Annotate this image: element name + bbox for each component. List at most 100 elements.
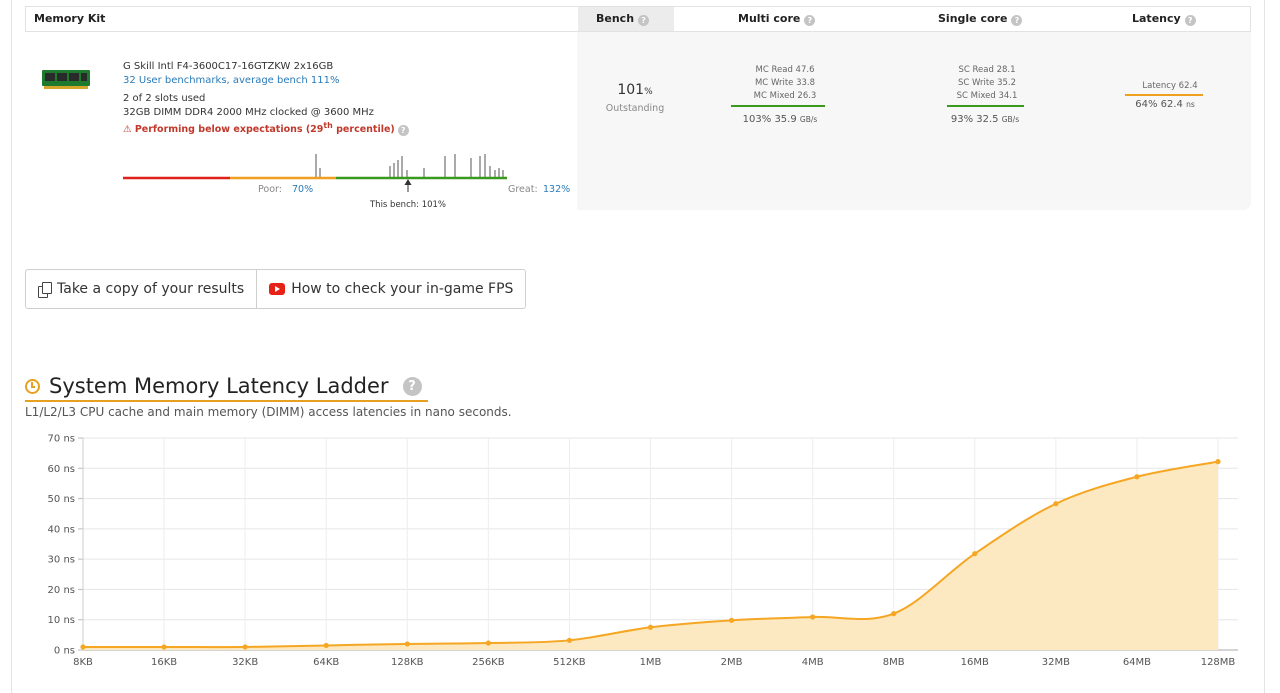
- memory-kit-table: Memory Kit Bench? Multi core? Single cor…: [25, 6, 1251, 210]
- help-icon[interactable]: ?: [397, 125, 409, 137]
- header-single-core[interactable]: Single core?: [938, 7, 1023, 31]
- kit-name: G Skill Intl F4-3600C17-16GTZKW 2x16GB: [123, 61, 334, 72]
- x-tick-label: 16KB: [151, 657, 177, 668]
- x-tick-label: 8KB: [73, 657, 93, 668]
- sc-write: SC Write 35.2: [957, 78, 1017, 88]
- bench-rating: Outstanding: [605, 103, 665, 114]
- header-multi-core[interactable]: Multi core?: [738, 7, 816, 31]
- copy-icon: [38, 281, 52, 298]
- y-tick-label: 50 ns: [48, 494, 75, 505]
- latency-data-point: [891, 611, 897, 617]
- page-frame-left: [11, 0, 12, 693]
- memory-kit-row: G Skill Intl F4-3600C17-16GTZKW 2x16GB 3…: [25, 32, 1251, 210]
- copy-results-label: Take a copy of your results: [57, 281, 245, 297]
- help-icon[interactable]: ?: [638, 15, 650, 26]
- section-heading: System Memory Latency Ladder ?: [25, 372, 428, 402]
- latency-data-point: [323, 642, 329, 649]
- action-buttons: Take a copy of your results How to check…: [25, 269, 527, 309]
- copy-results-button[interactable]: Take a copy of your results: [26, 270, 256, 308]
- header-bench-label: Bench: [596, 12, 635, 25]
- header-multi-core-label: Multi core: [738, 12, 801, 25]
- sc-read: SC Read 28.1: [958, 65, 1016, 75]
- latency-data-point: [972, 551, 978, 557]
- y-tick-label: 20 ns: [48, 585, 75, 596]
- x-tick-label: 64MB: [1123, 657, 1151, 668]
- latency-pct: 64% 62.4: [1135, 99, 1183, 110]
- dimm-spec: 32GB DIMM DDR4 2000 MHz clocked @ 3600 M…: [123, 107, 374, 118]
- help-icon[interactable]: ?: [402, 376, 422, 396]
- x-tick-label: 16MB: [961, 657, 989, 668]
- slots-used: 2 of 2 slots used: [123, 93, 206, 104]
- latency-data-point: [404, 641, 410, 647]
- latency-data-point: [1053, 501, 1059, 507]
- mc-mixed: MC Mixed 26.3: [753, 91, 817, 101]
- single-core-stats: SC Read 28.1 SC Write 35.2 SC Mixed 34.1: [937, 64, 1037, 103]
- latency-data-point: [1215, 459, 1221, 465]
- table-header: Memory Kit Bench? Multi core? Single cor…: [25, 6, 1251, 32]
- performance-warning: ⚠ Performing below expectations (29th pe…: [123, 121, 409, 137]
- latency-data-point: [485, 640, 491, 646]
- latency-data-point: [242, 644, 248, 650]
- y-tick-label: 40 ns: [48, 524, 75, 535]
- this-bench-label: This bench: 101%: [369, 200, 446, 210]
- header-latency[interactable]: Latency?: [1132, 7, 1196, 31]
- bench-score: 101%: [577, 82, 693, 98]
- single-core-pct: 93% 32.5: [950, 114, 999, 125]
- great-label: Great:: [508, 184, 538, 195]
- header-single-core-label: Single core: [938, 12, 1008, 25]
- single-core-bar: [947, 105, 1024, 107]
- x-tick-label: 256KB: [472, 657, 505, 668]
- in-game-fps-label: How to check your in-game FPS: [291, 281, 514, 297]
- poor-label: Poor:: [258, 184, 282, 195]
- help-icon[interactable]: ?: [1011, 15, 1023, 26]
- x-tick-label: 8MB: [883, 657, 905, 668]
- header-bench[interactable]: Bench?: [596, 7, 650, 31]
- x-tick-label: 4MB: [802, 657, 824, 668]
- x-tick-label: 64KB: [313, 657, 339, 668]
- warning-text-pre: ⚠ Performing below expectations (29: [123, 124, 324, 136]
- mc-read: MC Read 47.6: [755, 65, 815, 75]
- latency-data-point: [647, 624, 654, 630]
- youtube-icon: [269, 283, 286, 295]
- header-memory-kit: Memory Kit: [34, 12, 106, 25]
- y-tick-label: 30 ns: [48, 555, 75, 566]
- latency-summary: 64% 62.4 ns: [1120, 99, 1210, 110]
- help-icon[interactable]: ?: [1184, 15, 1196, 26]
- this-bench-arrow-head-icon: [404, 179, 412, 185]
- y-tick-label: 60 ns: [48, 464, 75, 475]
- latency-ladder-chart: 0 ns 10 ns 20 ns 30 ns 40 ns 50 ns 60 ns 70 ns 8…: [48, 434, 1238, 668]
- results-panel: [577, 32, 1251, 210]
- distribution-histogram: [315, 154, 504, 178]
- ram-module-icon: [42, 70, 90, 89]
- warning-text-sup: th: [323, 121, 333, 130]
- sc-mixed: SC Mixed 34.1: [956, 91, 1018, 101]
- latency-data-point: [161, 644, 167, 650]
- header-latency-label: Latency: [1132, 12, 1181, 25]
- multi-core-bar: [731, 105, 825, 107]
- x-tick-label: 2MB: [721, 657, 743, 668]
- in-game-fps-button[interactable]: How to check your in-game FPS: [256, 270, 525, 308]
- clock-icon: [25, 378, 40, 394]
- multi-core-stats: MC Read 47.6 MC Write 33.8 MC Mixed 26.3: [735, 64, 835, 103]
- x-tick-label: 512KB: [553, 657, 586, 668]
- y-tick-label: 70 ns: [48, 434, 75, 445]
- bench-score-unit: %: [644, 87, 653, 97]
- x-tick-label: 32MB: [1042, 657, 1070, 668]
- x-tick-label: 128KB: [391, 657, 424, 668]
- section-title: System Memory Latency Ladder: [49, 374, 389, 398]
- help-icon[interactable]: ?: [804, 15, 816, 26]
- great-value: 132%: [543, 184, 570, 195]
- multi-core-unit: GB/s: [799, 115, 818, 124]
- section-description: L1/L2/L3 CPU cache and main memory (DIMM…: [25, 405, 512, 419]
- user-benchmarks-link[interactable]: 32 User benchmarks, average bench 111%: [123, 75, 339, 86]
- latency-bar: [1125, 94, 1203, 96]
- bench-score-value: 101: [617, 82, 645, 98]
- latency-data-point: [810, 614, 816, 620]
- multi-core-pct: 103% 35.9: [742, 114, 797, 125]
- latency-data-point: [566, 637, 573, 643]
- benchmark-distribution: Poor: 70% Great: 132% This bench: 101%: [123, 154, 570, 210]
- latency-data-point: [1134, 474, 1140, 480]
- x-tick-label: 1MB: [640, 657, 662, 668]
- single-core-summary: 93% 32.5 GB/s: [930, 114, 1040, 125]
- y-tick-label: 0 ns: [54, 646, 75, 657]
